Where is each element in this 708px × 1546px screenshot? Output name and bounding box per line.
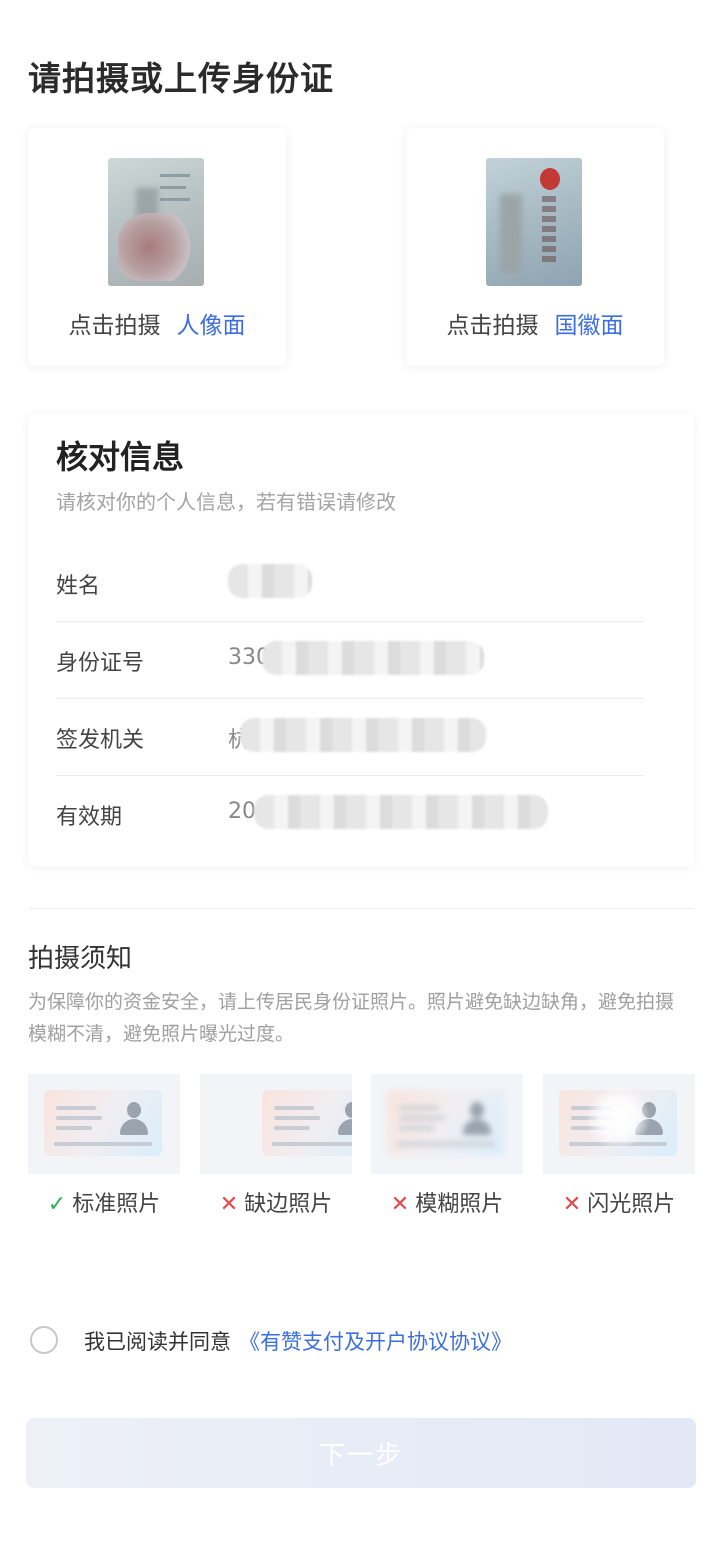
agreement-radio[interactable]: [30, 1326, 58, 1354]
notice-title: 拍摄须知: [28, 944, 133, 974]
cross-icon: ✕: [219, 1192, 239, 1217]
example-cropped: ✕ 缺边照片: [200, 1074, 352, 1218]
info-row-validity[interactable]: 有效期 20: [56, 777, 644, 853]
person-icon: [463, 1102, 491, 1136]
person-icon: [338, 1102, 352, 1136]
info-label: 签发机关: [56, 728, 145, 753]
info-label: 身份证号: [56, 651, 145, 676]
example-blurry: ✕ 模糊照片: [371, 1074, 523, 1218]
info-row-issuer[interactable]: 签发机关 杭: [56, 700, 644, 776]
check-icon: ✓: [47, 1192, 67, 1217]
id-back-thumbnail: [486, 158, 582, 286]
upload-front-caption: 点击拍摄 人像面: [28, 306, 286, 340]
emblem-icon: [540, 168, 560, 190]
info-label: 姓名: [56, 574, 101, 599]
info-label: 有效期: [56, 805, 123, 830]
upload-front-card[interactable]: 点击拍摄 人像面: [28, 128, 286, 366]
privacy-mask: [228, 564, 312, 598]
info-row-name[interactable]: 姓名: [56, 546, 644, 622]
upload-front-side[interactable]: 人像面: [177, 313, 246, 339]
privacy-mask: [240, 718, 486, 752]
verify-title: 核对信息: [56, 438, 185, 476]
example-standard-image: [28, 1074, 180, 1174]
person-icon: [120, 1102, 148, 1136]
example-flash-label: ✕ 闪光照片: [562, 1192, 676, 1217]
example-standard-label: ✓ 标准照片: [47, 1192, 161, 1217]
info-row-id-number[interactable]: 身份证号 330: [56, 623, 644, 699]
person-icon: [635, 1102, 663, 1136]
notice-text: 为保障你的资金安全，请上传居民身份证照片。照片避免缺边缺角，避免拍摄模糊不清，避…: [28, 991, 675, 1045]
verify-info-card: 核对信息 请核对你的个人信息，若有错误请修改 姓名 身份证号 330 签发机关 …: [28, 414, 694, 866]
cross-icon: ✕: [562, 1192, 582, 1217]
upload-back-side[interactable]: 国徽面: [555, 313, 624, 339]
privacy-mask: [262, 641, 484, 675]
id-front-thumbnail: [108, 158, 204, 286]
example-blurry-image: [371, 1074, 523, 1174]
example-cropped-image: [200, 1074, 352, 1174]
next-button[interactable]: 下一步: [26, 1418, 696, 1488]
cross-icon: ✕: [390, 1192, 410, 1217]
upload-front-action: 点击拍摄: [68, 313, 161, 339]
example-standard: ✓ 标准照片: [28, 1074, 180, 1218]
agreement-link[interactable]: 《有赞支付及开户协议协议》: [239, 1330, 512, 1354]
verify-subtitle: 请核对你的个人信息，若有错误请修改: [56, 490, 396, 514]
upload-back-card[interactable]: 点击拍摄 国徽面: [406, 128, 664, 366]
example-blurry-label: ✕ 模糊照片: [390, 1192, 504, 1217]
page-title: 请拍摄或上传身份证: [28, 59, 334, 98]
agreement-text: 我已阅读并同意 《有赞支付及开户协议协议》: [84, 1330, 512, 1354]
example-flash-image: [543, 1074, 695, 1174]
example-cropped-label: ✕ 缺边照片: [219, 1192, 333, 1217]
upload-back-action: 点击拍摄: [446, 313, 539, 339]
info-value[interactable]: 20: [228, 799, 256, 824]
upload-back-caption: 点击拍摄 国徽面: [406, 306, 664, 340]
example-flash: ✕ 闪光照片: [543, 1074, 695, 1218]
section-divider: [28, 908, 694, 909]
privacy-mask: [254, 795, 548, 829]
